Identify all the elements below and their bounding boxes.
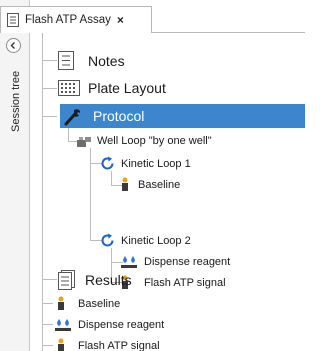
tree-item-results[interactable]: Results bbox=[58, 270, 132, 290]
tree-guide bbox=[68, 128, 69, 141]
plate-layout-icon bbox=[58, 80, 80, 96]
wrench-icon bbox=[64, 109, 81, 126]
tab-flash-atp-assay[interactable]: Flash ATP Assay × bbox=[0, 6, 152, 33]
tree-item-baseline[interactable]: Baseline bbox=[120, 177, 180, 192]
session-tree-label[interactable]: Session tree bbox=[10, 71, 22, 132]
plate-layout-label: Plate Layout bbox=[88, 80, 166, 96]
notes-label: Notes bbox=[88, 52, 125, 69]
results-label: Results bbox=[85, 272, 132, 288]
session-tree-strip: Session tree bbox=[0, 0, 30, 351]
tree-item-kinetic-loop-2[interactable]: Kinetic Loop 2 bbox=[100, 233, 191, 248]
protocol-label: Protocol bbox=[93, 108, 145, 124]
tree-item-flash-atp-signal[interactable]: Flash ATP signal bbox=[120, 275, 226, 290]
baseline-label: Baseline bbox=[138, 178, 181, 191]
tree-guide bbox=[42, 88, 57, 89]
loop-icon bbox=[101, 233, 114, 247]
tree-item-well-loop[interactable]: Well Loop "by one well" bbox=[76, 134, 212, 148]
tree-guide bbox=[42, 324, 53, 325]
measurement-icon bbox=[58, 296, 64, 310]
tree-item-notes[interactable]: Notes bbox=[58, 51, 125, 70]
kinetic-loop-1-label: Kinetic Loop 1 bbox=[121, 157, 191, 170]
dispense-icon bbox=[55, 319, 71, 331]
tree-item-dispense-reagent[interactable]: Dispense reagent bbox=[120, 254, 230, 269]
tree-guide bbox=[42, 116, 57, 117]
session-tree: Notes Plate Layout Protocol Well Loop "b… bbox=[31, 33, 305, 351]
tab-close-button[interactable]: × bbox=[117, 13, 124, 27]
tab-title: Flash ATP Assay bbox=[25, 14, 111, 26]
kinetic-loop-2-label: Kinetic Loop 2 bbox=[121, 234, 191, 247]
tree-item-result-baseline[interactable]: Baseline bbox=[56, 296, 120, 311]
tree-item-result-flash-atp-signal[interactable]: Flash ATP signal bbox=[56, 338, 160, 351]
measurement-icon bbox=[58, 338, 64, 351]
flash-atp-signal-label: Flash ATP signal bbox=[144, 276, 226, 289]
document-icon bbox=[7, 13, 19, 27]
loop-icon bbox=[101, 156, 114, 170]
tree-guide bbox=[42, 279, 57, 280]
tree-item-protocol[interactable]: Protocol bbox=[60, 104, 305, 128]
tree-guide bbox=[111, 171, 112, 185]
collapse-sidebar-button[interactable] bbox=[6, 38, 21, 53]
tree-guide bbox=[42, 291, 43, 349]
tree-guide bbox=[42, 345, 53, 346]
tree-guide bbox=[42, 60, 57, 61]
tree-item-kinetic-loop-1[interactable]: Kinetic Loop 1 bbox=[100, 156, 191, 171]
well-loop-icon bbox=[77, 137, 91, 147]
result-baseline-label: Baseline bbox=[78, 297, 121, 310]
results-icon bbox=[58, 270, 75, 290]
chevron-left-icon bbox=[10, 42, 15, 49]
measurement-icon bbox=[122, 177, 128, 191]
tree-item-plate-layout[interactable]: Plate Layout bbox=[58, 80, 166, 96]
result-flash-atp-signal-label: Flash ATP signal bbox=[78, 339, 160, 351]
dispense-reagent-label: Dispense reagent bbox=[144, 255, 231, 268]
dispense-icon bbox=[121, 256, 137, 268]
tree-guide bbox=[90, 148, 91, 240]
well-loop-label: Well Loop "by one well" bbox=[97, 135, 212, 147]
result-dispense-reagent-label: Dispense reagent bbox=[78, 318, 165, 331]
notes-icon bbox=[58, 51, 74, 70]
tree-guide bbox=[42, 303, 53, 304]
tree-item-result-dispense-reagent[interactable]: Dispense reagent bbox=[54, 317, 164, 332]
